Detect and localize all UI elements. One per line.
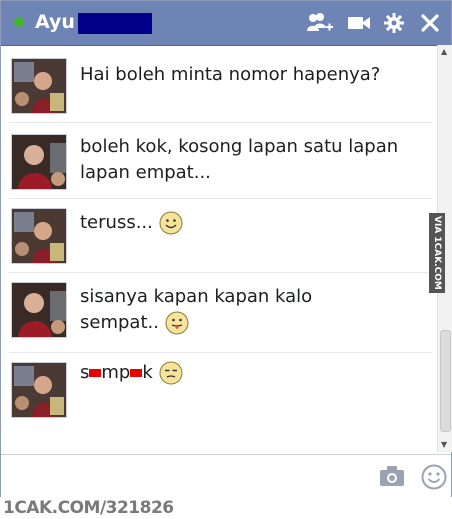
close-icon[interactable]	[419, 12, 443, 34]
avatar[interactable]	[11, 362, 67, 418]
message-text: boleh kok, kosong lapan satu lapan lapan…	[80, 136, 399, 183]
chat-titlebar[interactable]: Ayu	[1, 1, 451, 46]
avatar[interactable]	[11, 208, 67, 264]
message-text-part: k	[142, 362, 153, 383]
chat-window: Ayu Hai boleh minta nomor hapenya? boleh…	[0, 0, 452, 498]
online-status-indicator	[14, 17, 24, 27]
message-text-content: sisanya kapan kapan kalo sempat..	[80, 286, 313, 333]
message-divider	[9, 198, 432, 199]
message-list[interactable]: Hai boleh minta nomor hapenya? boleh kok…	[1, 46, 438, 453]
video-call-icon[interactable]	[347, 12, 371, 34]
avatar[interactable]	[11, 134, 67, 190]
message-text: teruss...	[80, 210, 432, 236]
message-text-part: s	[80, 362, 90, 383]
message-divider	[9, 352, 432, 353]
message-item: Hai boleh minta nomor hapenya?	[1, 46, 438, 118]
message-item: s mp k	[1, 352, 438, 432]
unamused-emoji-icon	[159, 361, 183, 385]
red-redaction	[130, 369, 143, 377]
tongue-emoji-icon	[165, 311, 189, 335]
gear-icon[interactable]	[383, 12, 407, 34]
message-item: teruss...	[1, 198, 438, 270]
scroll-up-arrow[interactable]: ▲	[441, 48, 447, 56]
message-divider	[9, 272, 432, 273]
message-text: s mp k	[80, 360, 432, 386]
message-item: boleh kok, kosong lapan satu lapan lapan…	[1, 122, 438, 194]
emoji-icon[interactable]	[421, 464, 447, 494]
message-item: sisanya kapan kapan kalo sempat..	[1, 272, 438, 350]
message-text-part: mp	[101, 362, 131, 383]
scroll-thumb[interactable]	[440, 330, 451, 432]
footer-watermark: 1CAK.COM/321826	[0, 497, 452, 519]
footer-watermark-text: 1CAK.COM/321826	[3, 498, 174, 518]
smile-emoji-icon	[159, 211, 183, 235]
message-divider	[9, 122, 432, 123]
name-redaction	[78, 13, 152, 34]
contact-name[interactable]: Ayu	[35, 11, 75, 33]
scroll-down-arrow[interactable]: ▼	[441, 441, 447, 449]
avatar[interactable]	[11, 282, 67, 338]
red-redaction	[89, 369, 102, 377]
message-text-content: teruss...	[80, 212, 153, 233]
side-watermark: VIA 1CAK.COM	[429, 213, 445, 293]
camera-icon[interactable]	[379, 464, 405, 492]
add-friends-icon[interactable]	[307, 12, 333, 34]
message-text: sisanya kapan kapan kalo sempat..	[80, 284, 320, 336]
message-composer[interactable]	[1, 454, 451, 498]
message-text: Hai boleh minta nomor hapenya?	[80, 64, 381, 85]
avatar[interactable]	[11, 58, 67, 114]
